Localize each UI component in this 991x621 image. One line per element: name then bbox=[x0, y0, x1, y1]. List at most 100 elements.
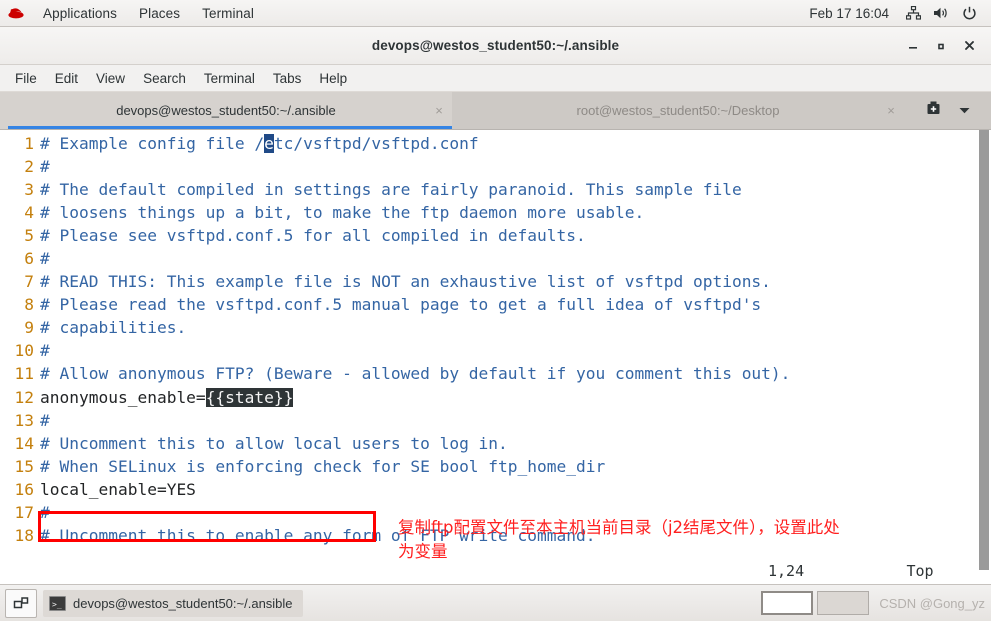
text-segment: # Allow anonymous FTP? (Beware - allowed… bbox=[40, 364, 791, 384]
taskbar-right-group: CSDN @Gong_yz bbox=[761, 585, 985, 621]
text-segment: tc/vsftpd/vsftpd.conf bbox=[273, 134, 479, 153]
line-text: # bbox=[40, 247, 50, 270]
line-text: local_enable=YES bbox=[40, 478, 196, 501]
line-number: 1 bbox=[24, 134, 34, 153]
tab-devops-ansible[interactable]: devops@westos_student50:~/.ansible × bbox=[0, 92, 452, 129]
terminal-content[interactable]: 1 # Example config file /etc/vsftpd/vsftp… bbox=[0, 130, 991, 585]
redhat-logo-icon bbox=[7, 5, 25, 21]
line-number: 11 bbox=[14, 364, 35, 384]
line-number: 8 bbox=[24, 295, 34, 315]
editor-line: 8 # Please read the vsftpd.conf.5 manual … bbox=[0, 293, 955, 316]
editor-lines: 1 # Example config file /etc/vsftpd/vsftp… bbox=[0, 132, 955, 547]
jinja-variable-highlight: {{state}} bbox=[205, 387, 294, 407]
minimize-button[interactable] bbox=[899, 33, 927, 59]
editor-line: 2 # bbox=[0, 155, 955, 178]
line-number: 14 bbox=[14, 433, 35, 453]
line-text: # Please see vsftpd.conf.5 for all compi… bbox=[40, 224, 586, 247]
menu-view[interactable]: View bbox=[87, 65, 134, 91]
line-number: 13 bbox=[14, 410, 35, 430]
text-segment: # bbox=[40, 410, 50, 430]
line-text: # Please read the vsftpd.conf.5 manual p… bbox=[40, 293, 761, 316]
text-segment: # Please see vsftpd.conf.5 for all compi… bbox=[40, 226, 586, 246]
menu-tabs[interactable]: Tabs bbox=[264, 65, 311, 91]
network-icon[interactable] bbox=[902, 0, 924, 26]
line-number: 6 bbox=[24, 249, 34, 269]
line-text: # bbox=[40, 501, 50, 524]
editor-line: 6 # bbox=[0, 247, 955, 270]
editor-line: 7 # READ THIS: This example file is NOT a… bbox=[0, 270, 955, 293]
line-number: 7 bbox=[24, 272, 34, 292]
editor-line: 13 # bbox=[0, 409, 955, 432]
line-text: # loosens things up a bit, to make the f… bbox=[40, 201, 644, 224]
line-number: 16 bbox=[14, 479, 35, 499]
text-segment: # Please read the vsftpd.conf.5 manual p… bbox=[40, 295, 762, 315]
editor-line: 9 # capabilities. bbox=[0, 316, 955, 339]
chevron-down-icon[interactable] bbox=[958, 102, 971, 120]
terminal-window: devops@westos_student50:~/.ansible File … bbox=[0, 27, 991, 585]
text-segment: # The default compiled in settings are f… bbox=[40, 180, 742, 200]
show-desktop-icon[interactable] bbox=[5, 588, 37, 618]
line-number: 5 bbox=[24, 226, 34, 246]
panel-menu-applications[interactable]: Applications bbox=[32, 0, 128, 26]
line-number: 3 bbox=[24, 180, 34, 200]
desktop-screen: Applications Places Terminal Feb 17 16:0… bbox=[0, 0, 991, 621]
line-text: # Allow anonymous FTP? (Beware - allowed… bbox=[40, 362, 790, 385]
menu-help[interactable]: Help bbox=[310, 65, 356, 91]
workspace-switcher[interactable] bbox=[761, 591, 870, 615]
menu-edit[interactable]: Edit bbox=[46, 65, 87, 91]
panel-menu-terminal[interactable]: Terminal bbox=[191, 0, 265, 26]
tab-actions bbox=[904, 92, 991, 129]
line-text: # READ THIS: This example file is NOT an… bbox=[40, 270, 771, 293]
annotation-note: 复制ftp配置文件至本主机当前目录（j2结尾文件），设置此处 为变量 bbox=[398, 518, 840, 561]
workspace-1[interactable] bbox=[761, 591, 814, 615]
window-titlebar: devops@westos_student50:~/.ansible bbox=[0, 27, 991, 65]
volume-icon[interactable] bbox=[930, 0, 952, 26]
tab-label: root@westos_student50:~/Desktop bbox=[576, 103, 780, 118]
tabbar: devops@westos_student50:~/.ansible × roo… bbox=[0, 92, 991, 130]
panel-right-group: Feb 17 16:04 bbox=[799, 0, 991, 26]
editor-line: 15 # When SELinux is enforcing check for … bbox=[0, 455, 955, 478]
workspace-2[interactable] bbox=[817, 591, 870, 615]
line-text: # bbox=[40, 409, 50, 432]
text-segment: # bbox=[40, 341, 50, 361]
text-cursor: e bbox=[264, 134, 274, 153]
panel-left-group: Applications Places Terminal bbox=[0, 0, 265, 26]
text-segment: # When SELinux is enforcing check for SE… bbox=[40, 456, 606, 476]
menu-file[interactable]: File bbox=[6, 65, 46, 91]
menu-terminal[interactable]: Terminal bbox=[195, 65, 264, 91]
editor-line: 10 # bbox=[0, 339, 955, 362]
panel-menu-places[interactable]: Places bbox=[128, 0, 191, 26]
taskbar-window-item[interactable]: >_ devops@westos_student50:~/.ansible bbox=[43, 589, 303, 617]
line-number: 12 bbox=[14, 387, 35, 407]
close-button[interactable] bbox=[955, 33, 983, 59]
bottom-taskbar: >_ devops@westos_student50:~/.ansible CS… bbox=[0, 584, 991, 621]
editor-line: 3 # The default compiled in settings are … bbox=[0, 178, 955, 201]
watermark-label: CSDN @Gong_yz bbox=[879, 595, 985, 611]
text-segment: # bbox=[40, 249, 50, 269]
panel-clock[interactable]: Feb 17 16:04 bbox=[799, 6, 899, 21]
new-tab-icon[interactable] bbox=[925, 100, 942, 122]
line-text: # bbox=[40, 339, 50, 362]
window-title: devops@westos_student50:~/.ansible bbox=[371, 38, 620, 53]
text-segment: # READ THIS: This example file is NOT an… bbox=[40, 272, 771, 292]
line-number: 2 bbox=[24, 157, 34, 177]
power-icon[interactable] bbox=[958, 0, 980, 26]
editor-line: 4 # loosens things up a bit, to make the … bbox=[0, 201, 955, 224]
text-segment: # bbox=[40, 157, 50, 177]
window-controls bbox=[899, 27, 983, 64]
line-text: # When SELinux is enforcing check for SE… bbox=[40, 455, 605, 478]
menu-search[interactable]: Search bbox=[134, 65, 195, 91]
tab-close-icon[interactable]: × bbox=[878, 103, 904, 118]
editor-line: 1 # Example config file /etc/vsftpd/vsftp… bbox=[0, 132, 955, 155]
line-number: 17 bbox=[14, 502, 35, 522]
tab-close-icon[interactable]: × bbox=[426, 103, 452, 118]
maximize-button[interactable] bbox=[927, 33, 955, 59]
tab-root-desktop[interactable]: root@westos_student50:~/Desktop × bbox=[452, 92, 904, 129]
line-text: # Example config file /etc/vsftpd/vsftpd… bbox=[40, 132, 479, 155]
text-segment: local_enable=YES bbox=[40, 479, 196, 499]
line-text: # capabilities. bbox=[40, 316, 186, 339]
scrollbar-thumb[interactable] bbox=[979, 130, 989, 570]
menubar: File Edit View Search Terminal Tabs Help bbox=[0, 65, 991, 92]
line-number: 10 bbox=[14, 341, 35, 361]
line-text: # Uncomment this to allow local users to… bbox=[40, 432, 508, 455]
